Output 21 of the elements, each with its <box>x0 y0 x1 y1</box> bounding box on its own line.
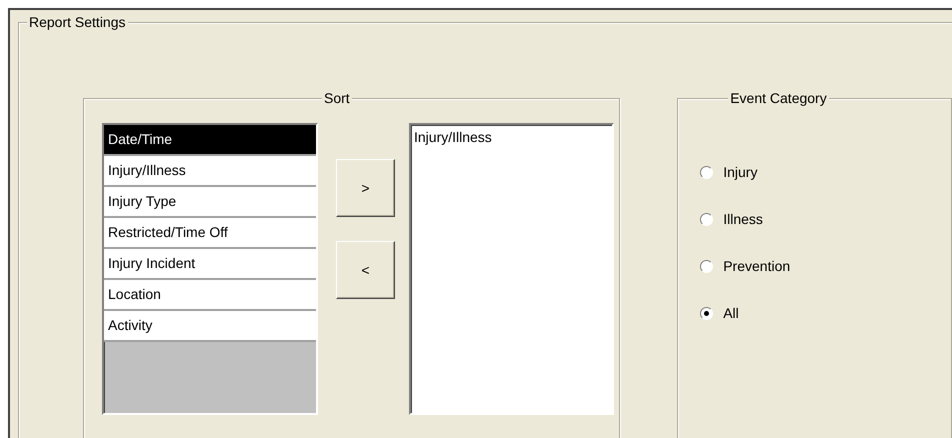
radio-label: Injury <box>723 163 758 182</box>
radio-label: All <box>723 304 739 323</box>
radio-button[interactable] <box>700 307 714 320</box>
radio-label: Prevention <box>723 257 790 276</box>
list-item[interactable]: Date/Time <box>104 125 316 156</box>
list-item[interactable]: Injury/Illness <box>414 127 609 147</box>
list-item[interactable]: Injury/Illness <box>104 156 316 187</box>
group-title: Report Settings <box>27 14 128 30</box>
add-button[interactable]: > <box>336 159 395 217</box>
event-category-title: Event Category <box>728 90 829 106</box>
radio-button[interactable] <box>700 260 714 273</box>
list-item[interactable]: Restricted/Time Off <box>104 218 316 249</box>
radio-button[interactable] <box>700 213 714 226</box>
list-item[interactable]: Injury Type <box>104 187 316 218</box>
list-item[interactable]: Activity <box>104 311 316 342</box>
remove-button[interactable]: < <box>336 241 395 299</box>
radio-button[interactable] <box>700 166 714 179</box>
sort-title: Sort <box>322 90 352 106</box>
radio-label: Illness <box>723 210 763 229</box>
list-item[interactable]: Location <box>104 280 316 311</box>
list-item[interactable]: Injury Incident <box>104 249 316 280</box>
